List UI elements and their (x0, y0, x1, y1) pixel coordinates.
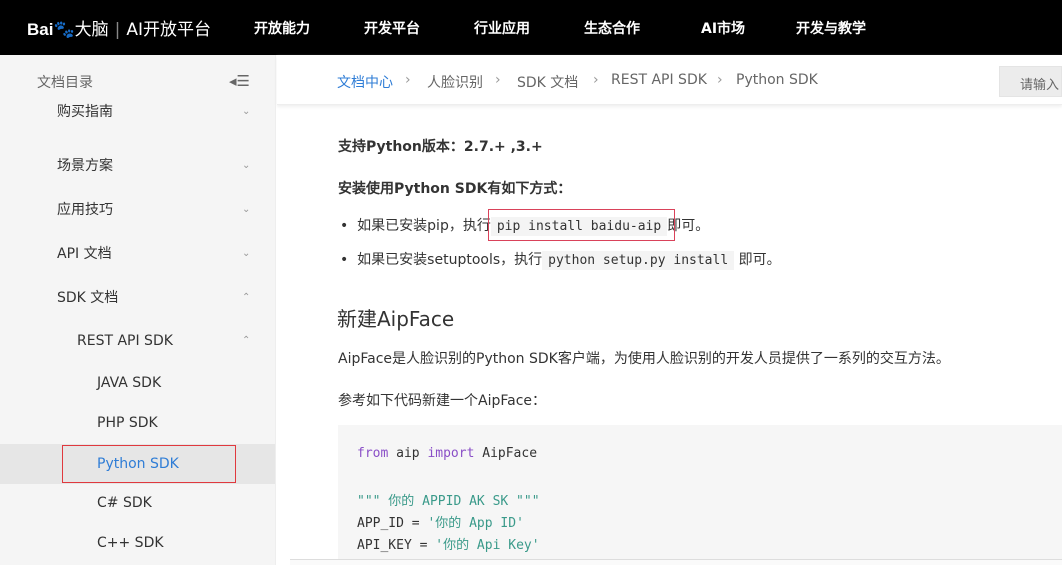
sidebar-item[interactable]: JAVA SDK (0, 363, 275, 403)
section-heading: 新建AipFace (337, 307, 455, 331)
code-text: AipFace (474, 446, 538, 461)
sidebar: 文档目录 ◂☰ 购买指南 ⌄ 场景方案 ⌄ 应用技巧 ⌄ API 文档 ⌄ SDK 文档… (0, 55, 276, 565)
collapse-menu-icon[interactable]: ◂☰ (229, 72, 250, 90)
item-label: 应用技巧 (57, 202, 113, 218)
paw-icon: 🐾 (53, 20, 75, 40)
breadcrumb-separator: › (717, 72, 723, 88)
code-line: """ 你的 APPID AK SK """ (357, 494, 540, 509)
breadcrumb-item: Python SDK (736, 72, 818, 88)
item-label: API 文档 (57, 246, 112, 262)
string: '你的 App ID' (427, 516, 524, 531)
logo-divider: | (114, 20, 121, 40)
keyword: import (427, 446, 475, 461)
nav-item[interactable]: 生态合作 (584, 18, 640, 38)
sidebar-title: 文档目录 (37, 75, 93, 91)
nav-item[interactable]: 行业应用 (474, 18, 530, 38)
code-text: APP_ID = (357, 516, 428, 531)
logo-text: Bai (27, 20, 54, 39)
keyword: from (357, 446, 389, 461)
text: 如果已安装setuptools，执行 (357, 252, 543, 268)
breadcrumb-item[interactable]: REST API SDK (611, 72, 707, 88)
string: '你的 Api Key' (435, 538, 540, 553)
code-line: APP_ID = '你的 App ID' (357, 512, 524, 531)
nav-item[interactable]: 开放能力 (254, 18, 310, 38)
chevron-down-icon: ⌄ (242, 106, 251, 117)
breadcrumb-separator: › (593, 72, 599, 88)
item-label: 购买指南 (57, 104, 113, 120)
setup-command: python setup.py install (542, 251, 735, 270)
code-text: API_KEY = (357, 538, 436, 553)
text: 如果已安装pip，执行 (357, 218, 491, 234)
breadcrumb-item[interactable]: 文档中心 (337, 72, 393, 92)
description: AipFace是人脸识别的Python SDK客户端，为使用人脸识别的开发人员提… (338, 351, 950, 367)
bullet-setuptools: • 如果已安装setuptools，执行 python setup.py inst… (340, 251, 781, 270)
code-text: aip (388, 446, 428, 461)
python-version: 支持Python版本：2.7.+ ,3.+ (338, 139, 543, 155)
text: 即可。 (738, 252, 781, 268)
sidebar-item[interactable]: API 文档 ⌄ (0, 234, 275, 274)
horizontal-scrollbar[interactable] (290, 559, 1062, 565)
chevron-up-icon: ⌃ (242, 292, 251, 303)
item-label: REST API SDK (77, 333, 173, 349)
sidebar-item[interactable]: 购买指南 ⌄ (0, 102, 275, 126)
chevron-down-icon: ⌄ (242, 160, 251, 171)
logo-brain: 大脑 (74, 20, 109, 40)
sidebar-item[interactable]: C# SDK (0, 483, 275, 523)
breadcrumb-separator: › (405, 72, 411, 88)
nav-item[interactable]: 开发与教学 (796, 18, 866, 38)
code-line: from aip import AipFace (357, 446, 537, 461)
chevron-down-icon: ⌄ (242, 248, 251, 259)
sidebar-item[interactable]: PHP SDK (0, 403, 275, 443)
breadcrumb-item[interactable]: SDK 文档 (517, 72, 578, 92)
sidebar-item[interactable]: SDK 文档 ⌃ (0, 278, 275, 318)
item-label: 场景方案 (57, 158, 113, 174)
breadcrumb-separator: › (495, 72, 501, 88)
breadcrumb-item[interactable]: 人脸识别 (427, 72, 483, 92)
install-title: 安装使用Python SDK有如下方式： (338, 181, 572, 197)
reference-text: 参考如下代码新建一个AipFace： (338, 393, 547, 409)
top-navbar: Bai🐾大脑 | AI开放平台 开放能力 开发平台 行业应用 生态合作 AI市场 开… (0, 0, 1062, 55)
sidebar-item[interactable]: REST API SDK ⌃ (0, 321, 275, 361)
code-block: from aip import AipFace """ 你的 APPID AK … (338, 425, 1062, 565)
code-line: API_KEY = '你的 Api Key' (357, 534, 540, 553)
highlight-box (488, 209, 675, 241)
chevron-down-icon: ⌄ (242, 204, 251, 215)
sidebar-item[interactable]: 场景方案 ⌄ (0, 146, 275, 186)
nav-item[interactable]: AI市场 (701, 18, 745, 38)
item-label: SDK 文档 (57, 290, 119, 306)
search-input[interactable]: 请输入 (999, 66, 1062, 97)
sidebar-item[interactable]: C++ SDK (0, 523, 275, 563)
breadcrumb: 文档中心 › 人脸识别 › SDK 文档 › REST API SDK › Py… (277, 55, 1062, 105)
highlight-box (62, 445, 236, 483)
logo-platform: AI开放平台 (126, 20, 212, 40)
baidu-ai-logo[interactable]: Bai🐾大脑 | AI开放平台 (27, 15, 211, 40)
chevron-up-icon: ⌃ (242, 335, 251, 346)
sidebar-item[interactable]: 应用技巧 ⌄ (0, 190, 275, 230)
nav-item[interactable]: 开发平台 (364, 18, 420, 38)
